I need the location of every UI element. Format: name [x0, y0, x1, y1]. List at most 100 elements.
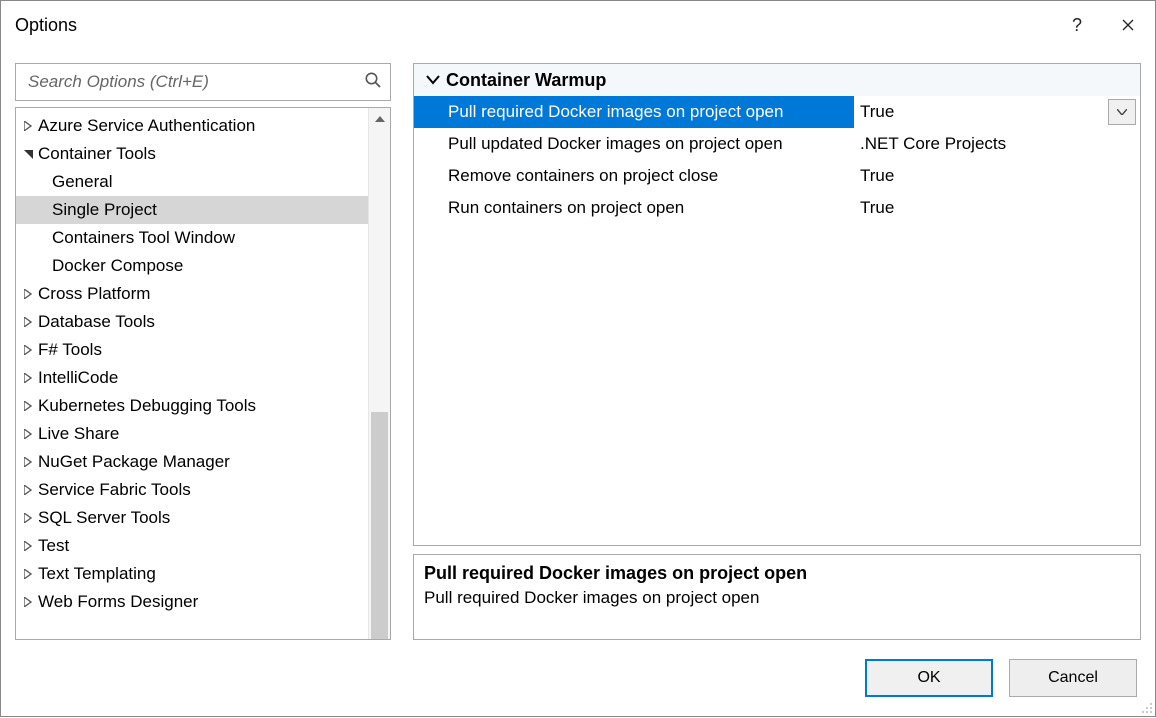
property-value[interactable]: True	[854, 192, 1140, 224]
chevron-down-icon	[1117, 109, 1127, 115]
property-row[interactable]: Pull required Docker images on project o…	[414, 96, 1140, 128]
property-row[interactable]: Remove containers on project close True	[414, 160, 1140, 192]
tree-item-label: NuGet Package Manager	[38, 452, 230, 472]
options-tree-container: Azure Service Authentication Container To…	[15, 107, 391, 640]
right-pane: Container Warmup Pull required Docker im…	[413, 63, 1141, 640]
description-text: Pull required Docker images on project o…	[424, 588, 1130, 608]
dialog-body: Azure Service Authentication Container To…	[1, 49, 1155, 640]
tree-item-label: Azure Service Authentication	[38, 116, 255, 136]
property-label: Remove containers on project close	[414, 160, 854, 192]
chevron-right-icon[interactable]	[20, 370, 36, 386]
tree-item-label: Docker Compose	[52, 256, 183, 276]
tree-item-label: Text Templating	[38, 564, 156, 584]
tree-item-label: Database Tools	[38, 312, 155, 332]
tree-item[interactable]: SQL Server Tools	[16, 504, 368, 532]
ok-button[interactable]: OK	[865, 659, 993, 697]
chevron-right-icon[interactable]	[20, 566, 36, 582]
tree-item[interactable]: Database Tools	[16, 308, 368, 336]
chevron-right-icon[interactable]	[20, 426, 36, 442]
chevron-right-icon[interactable]	[20, 594, 36, 610]
chevron-right-icon[interactable]	[20, 510, 36, 526]
tree-item-label: General	[52, 172, 112, 192]
property-value-text: True	[860, 198, 894, 218]
tree-item-label: Service Fabric Tools	[38, 480, 191, 500]
property-row[interactable]: Run containers on project open True	[414, 192, 1140, 224]
chevron-down-icon	[420, 75, 446, 85]
property-value[interactable]: .NET Core Projects	[854, 128, 1140, 160]
tree-item[interactable]: NuGet Package Manager	[16, 448, 368, 476]
tree-scrollbar[interactable]	[368, 108, 390, 639]
tree-item-label: Web Forms Designer	[38, 592, 198, 612]
tree-item-label: Single Project	[52, 200, 157, 220]
chevron-right-icon[interactable]	[20, 286, 36, 302]
category-label: Container Warmup	[446, 70, 606, 91]
titlebar: Options ?	[1, 1, 1155, 49]
property-label: Pull required Docker images on project o…	[414, 96, 854, 128]
dialog-footer: OK Cancel	[1, 640, 1155, 716]
close-icon	[1122, 19, 1134, 31]
search-icon	[364, 71, 382, 93]
options-dialog: Options ? Azure Service Authentication Co…	[0, 0, 1156, 717]
tree-item-label: SQL Server Tools	[38, 508, 170, 528]
chevron-right-icon[interactable]	[20, 538, 36, 554]
tree-item[interactable]: Web Forms Designer	[16, 588, 368, 616]
tree-item[interactable]: Cross Platform	[16, 280, 368, 308]
cancel-button-label: Cancel	[1048, 669, 1098, 687]
chevron-right-icon[interactable]	[20, 314, 36, 330]
property-value-text: .NET Core Projects	[860, 134, 1006, 154]
property-value-text: True	[860, 102, 894, 122]
tree-item[interactable]: Kubernetes Debugging Tools	[16, 392, 368, 420]
chevron-down-icon[interactable]	[20, 146, 36, 162]
chevron-right-icon[interactable]	[20, 482, 36, 498]
tree-item[interactable]: General	[16, 168, 368, 196]
tree-item[interactable]: Container Tools	[16, 140, 368, 168]
scroll-track[interactable]	[369, 130, 390, 617]
tree-item-label: Kubernetes Debugging Tools	[38, 396, 256, 416]
property-label: Run containers on project open	[414, 192, 854, 224]
property-grid[interactable]: Container Warmup Pull required Docker im…	[413, 63, 1141, 546]
close-button[interactable]	[1101, 1, 1155, 49]
scroll-up-icon[interactable]	[369, 108, 390, 130]
property-value-text: True	[860, 166, 894, 186]
resize-grip-icon[interactable]	[1139, 700, 1153, 714]
tree-item-label: Container Tools	[38, 144, 156, 164]
chevron-right-icon[interactable]	[20, 118, 36, 134]
window-title: Options	[15, 15, 1053, 36]
tree-item[interactable]: Docker Compose	[16, 252, 368, 280]
tree-item-label: F# Tools	[38, 340, 102, 360]
tree-item[interactable]: Azure Service Authentication	[16, 112, 368, 140]
tree-item[interactable]: Single Project	[16, 196, 368, 224]
search-input[interactable]	[26, 71, 364, 93]
chevron-right-icon[interactable]	[20, 454, 36, 470]
tree-item[interactable]: IntelliCode	[16, 364, 368, 392]
tree-item[interactable]: Service Fabric Tools	[16, 476, 368, 504]
tree-item-label: Cross Platform	[38, 284, 150, 304]
search-box[interactable]	[15, 63, 391, 101]
property-label: Pull updated Docker images on project op…	[414, 128, 854, 160]
tree-item[interactable]: Live Share	[16, 420, 368, 448]
property-value[interactable]: True	[854, 96, 1140, 128]
help-button[interactable]: ?	[1053, 1, 1101, 49]
property-description: Pull required Docker images on project o…	[413, 554, 1141, 640]
tree-item[interactable]: Text Templating	[16, 560, 368, 588]
tree-item[interactable]: Test	[16, 532, 368, 560]
ok-button-label: OK	[917, 669, 940, 687]
tree-item-label: Containers Tool Window	[52, 228, 235, 248]
tree-item-label: Test	[38, 536, 69, 556]
tree-item-label: Live Share	[38, 424, 119, 444]
scroll-thumb[interactable]	[371, 412, 388, 640]
tree-item[interactable]: Containers Tool Window	[16, 224, 368, 252]
property-grid-empty	[414, 224, 1140, 545]
cancel-button[interactable]: Cancel	[1009, 659, 1137, 697]
left-pane: Azure Service Authentication Container To…	[15, 63, 391, 640]
chevron-right-icon[interactable]	[20, 398, 36, 414]
property-category[interactable]: Container Warmup	[414, 64, 1140, 96]
dropdown-button[interactable]	[1108, 99, 1136, 125]
description-title: Pull required Docker images on project o…	[424, 563, 1130, 584]
property-value[interactable]: True	[854, 160, 1140, 192]
tree-item[interactable]: F# Tools	[16, 336, 368, 364]
property-row[interactable]: Pull updated Docker images on project op…	[414, 128, 1140, 160]
options-tree[interactable]: Azure Service Authentication Container To…	[16, 108, 368, 639]
tree-item-label: IntelliCode	[38, 368, 118, 388]
chevron-right-icon[interactable]	[20, 342, 36, 358]
